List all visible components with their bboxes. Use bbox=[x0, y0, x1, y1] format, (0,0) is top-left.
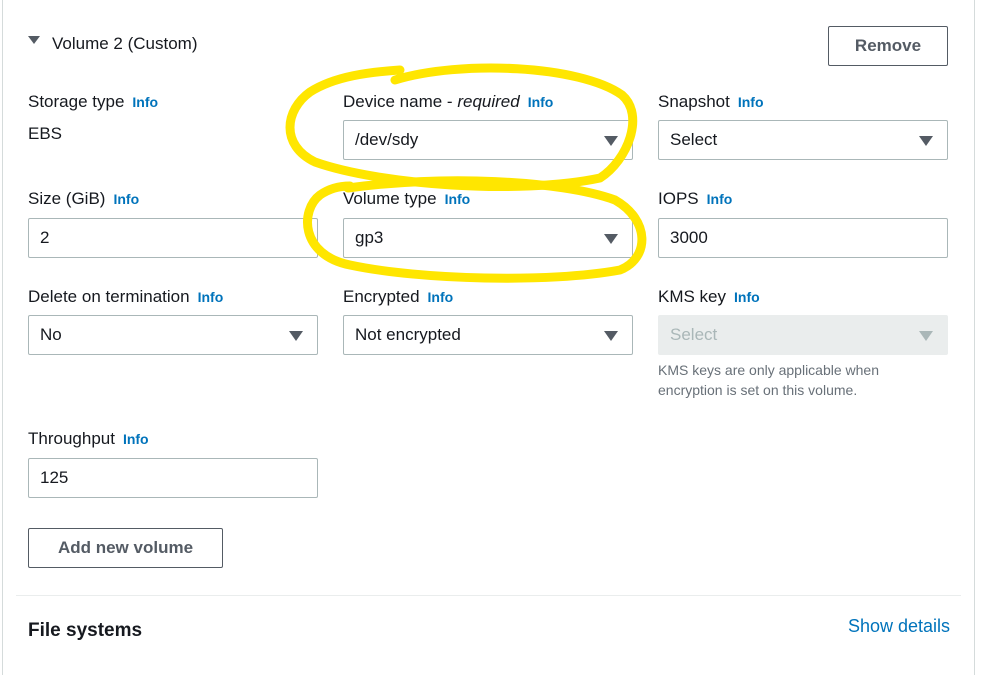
throughput-label: Throughput Info bbox=[28, 429, 149, 449]
device-name-info-link[interactable]: Info bbox=[528, 94, 554, 110]
kms-key-select: Select bbox=[658, 315, 948, 355]
kms-key-hint: KMS keys are only applicable when encryp… bbox=[658, 360, 948, 400]
throughput-input[interactable]: 125 bbox=[28, 458, 318, 498]
iops-input[interactable]: 3000 bbox=[658, 218, 948, 258]
volume-type-value: gp3 bbox=[355, 228, 384, 247]
section-divider bbox=[16, 595, 961, 596]
encrypted-label: Encrypted Info bbox=[343, 287, 453, 307]
show-details-link[interactable]: Show details bbox=[848, 616, 950, 637]
device-name-label: Device name - required Info bbox=[343, 92, 553, 112]
kms-key-hint-line-1: KMS keys are only applicable when bbox=[658, 362, 880, 378]
device-name-select[interactable]: /dev/sdy bbox=[343, 120, 633, 160]
delete-on-termination-label: Delete on termination Info bbox=[28, 287, 223, 307]
delete-on-termination-label-text: Delete on termination bbox=[28, 287, 190, 306]
panel-right-border bbox=[974, 0, 975, 675]
snapshot-select[interactable]: Select bbox=[658, 120, 948, 160]
delete-on-termination-value: No bbox=[40, 325, 62, 344]
encrypted-value: Not encrypted bbox=[355, 325, 461, 344]
caret-down-icon bbox=[28, 36, 40, 44]
volume-section-toggle[interactable]: Volume 2 (Custom) bbox=[28, 30, 198, 58]
snapshot-label: Snapshot Info bbox=[658, 92, 764, 112]
throughput-info-link[interactable]: Info bbox=[123, 431, 149, 447]
size-label: Size (GiB) Info bbox=[28, 189, 139, 209]
device-name-required-text: required bbox=[457, 92, 520, 111]
storage-type-info-link[interactable]: Info bbox=[132, 94, 158, 110]
volume-type-info-link[interactable]: Info bbox=[445, 191, 471, 207]
kms-key-value: Select bbox=[670, 325, 718, 344]
dropdown-arrow-icon bbox=[604, 136, 618, 146]
kms-key-info-link[interactable]: Info bbox=[734, 289, 760, 305]
storage-type-label: Storage type Info bbox=[28, 92, 158, 112]
snapshot-value: Select bbox=[670, 130, 718, 149]
iops-label: IOPS Info bbox=[658, 189, 732, 209]
device-name-label-text: Device name - bbox=[343, 92, 458, 111]
dropdown-arrow-icon bbox=[604, 234, 618, 244]
storage-type-value: EBS bbox=[28, 124, 63, 143]
throughput-value: 125 bbox=[40, 468, 69, 487]
size-value: 2 bbox=[40, 228, 50, 247]
snapshot-info-link[interactable]: Info bbox=[738, 94, 764, 110]
size-input[interactable]: 2 bbox=[28, 218, 318, 258]
kms-key-label-text: KMS key bbox=[658, 287, 727, 306]
dropdown-arrow-icon bbox=[919, 331, 933, 341]
volume-title: Volume 2 (Custom) bbox=[52, 34, 198, 53]
add-new-volume-button[interactable]: Add new volume bbox=[28, 528, 223, 568]
iops-value: 3000 bbox=[670, 228, 708, 247]
encrypted-label-text: Encrypted bbox=[343, 287, 420, 306]
size-label-text: Size (GiB) bbox=[28, 189, 106, 208]
encrypted-select[interactable]: Not encrypted bbox=[343, 315, 633, 355]
throughput-label-text: Throughput bbox=[28, 429, 115, 448]
remove-button[interactable]: Remove bbox=[828, 26, 948, 66]
delete-on-termination-select[interactable]: No bbox=[28, 315, 318, 355]
device-name-value: /dev/sdy bbox=[355, 130, 419, 149]
iops-info-link[interactable]: Info bbox=[707, 191, 733, 207]
panel-left-border bbox=[2, 0, 3, 675]
snapshot-label-text: Snapshot bbox=[658, 92, 730, 111]
size-info-link[interactable]: Info bbox=[113, 191, 139, 207]
encrypted-info-link[interactable]: Info bbox=[428, 289, 454, 305]
storage-type-label-text: Storage type bbox=[28, 92, 125, 111]
volume-type-select[interactable]: gp3 bbox=[343, 218, 633, 258]
dropdown-arrow-icon bbox=[604, 331, 618, 341]
dropdown-arrow-icon bbox=[289, 331, 303, 341]
volume-type-label: Volume type Info bbox=[343, 189, 470, 209]
file-systems-title: File systems bbox=[28, 620, 143, 641]
kms-key-label: KMS key Info bbox=[658, 287, 760, 307]
volume-type-label-text: Volume type bbox=[343, 189, 437, 208]
dropdown-arrow-icon bbox=[919, 136, 933, 146]
delete-on-termination-info-link[interactable]: Info bbox=[198, 289, 224, 305]
iops-label-text: IOPS bbox=[658, 189, 699, 208]
kms-key-hint-line-2: encryption is set on this volume. bbox=[658, 382, 858, 398]
